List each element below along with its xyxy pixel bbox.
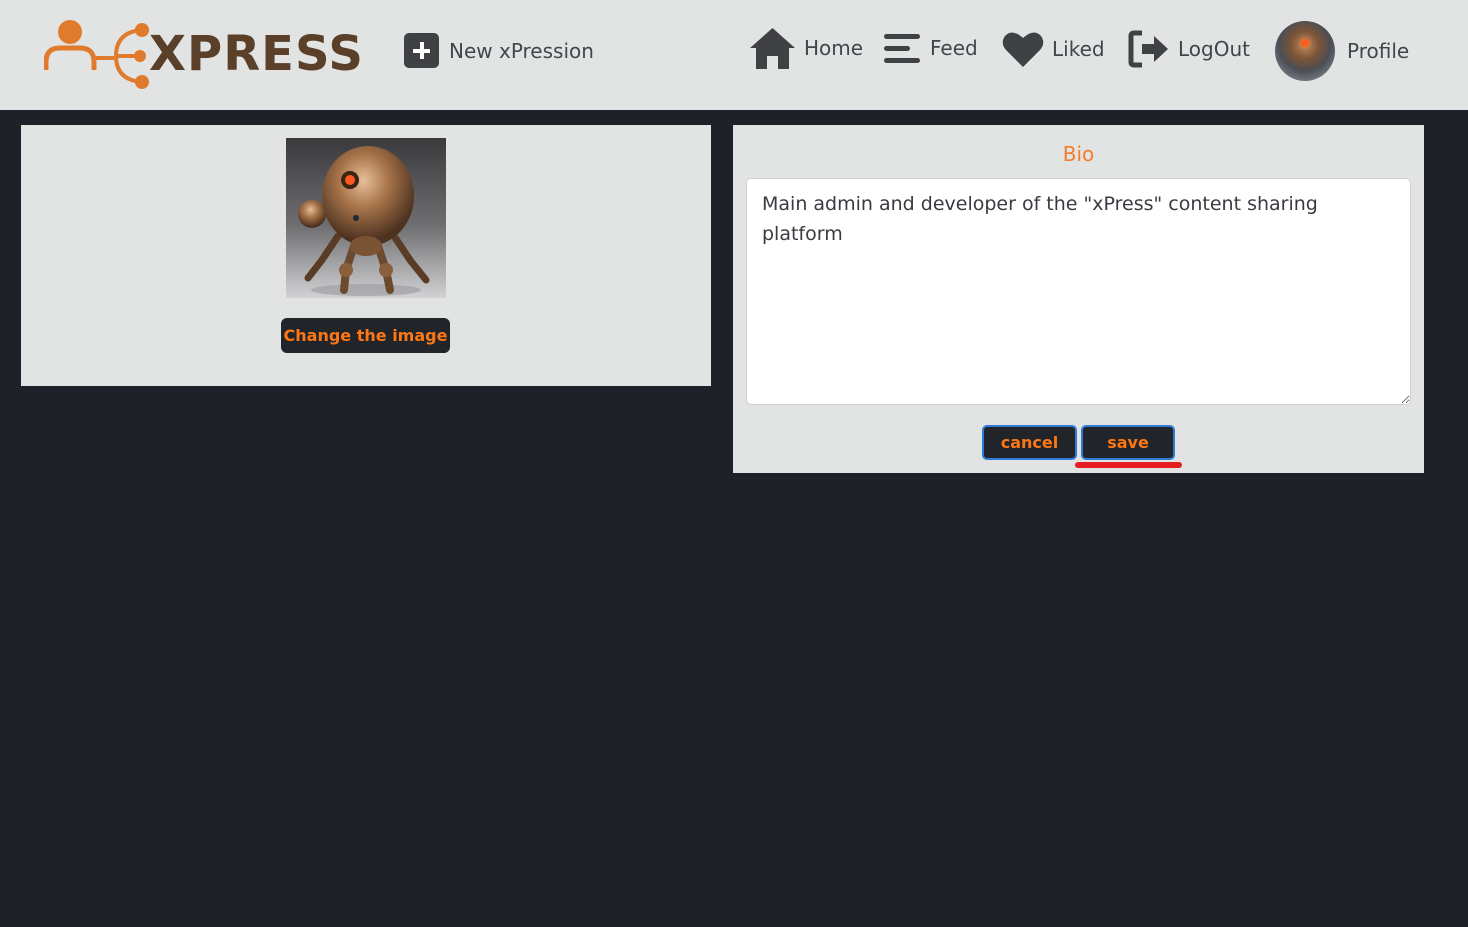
bio-panel: Bio Main admin and developer of the "xPr… <box>733 125 1424 473</box>
nav-profile[interactable]: Profile <box>1275 21 1409 81</box>
nav-profile-label: Profile <box>1347 39 1410 63</box>
new-xpression-button[interactable]: New xPression <box>404 33 594 68</box>
save-highlight-underline <box>1075 462 1182 468</box>
bio-textarea[interactable]: Main admin and developer of the "xPress"… <box>746 178 1411 405</box>
site-logo[interactable]: XPRESS <box>44 18 364 90</box>
logout-icon <box>1128 30 1168 68</box>
avatar-eye <box>1301 39 1309 47</box>
nav-home[interactable]: Home <box>749 26 863 70</box>
profile-image-panel: Change the image <box>21 125 711 386</box>
bio-title: Bio <box>1062 142 1095 166</box>
profile-image <box>286 138 446 298</box>
save-button[interactable]: save <box>1081 425 1175 460</box>
nav-feed[interactable]: Feed <box>882 32 978 64</box>
nav-logout[interactable]: LogOut <box>1128 30 1250 68</box>
nav-liked[interactable]: Liked <box>1002 30 1105 68</box>
avatar <box>1275 21 1335 81</box>
home-icon <box>750 28 795 69</box>
nav-feed-label: Feed <box>930 36 978 60</box>
cancel-button[interactable]: cancel <box>982 425 1077 460</box>
robot-image <box>298 146 430 296</box>
feed-icon <box>884 34 920 63</box>
nav-logout-label: LogOut <box>1178 37 1250 61</box>
nav-liked-label: Liked <box>1052 37 1105 61</box>
logo-mark-icon <box>44 20 149 89</box>
heart-icon <box>1002 32 1044 67</box>
nav-home-label: Home <box>804 36 864 60</box>
plus-icon <box>404 33 439 68</box>
change-image-button[interactable]: Change the image <box>281 318 450 353</box>
top-header: XPRESS New xPression Home Feed Liked Log… <box>0 0 1468 110</box>
logo-text: XPRESS <box>149 26 364 82</box>
new-xpression-label: New xPression <box>449 38 594 63</box>
